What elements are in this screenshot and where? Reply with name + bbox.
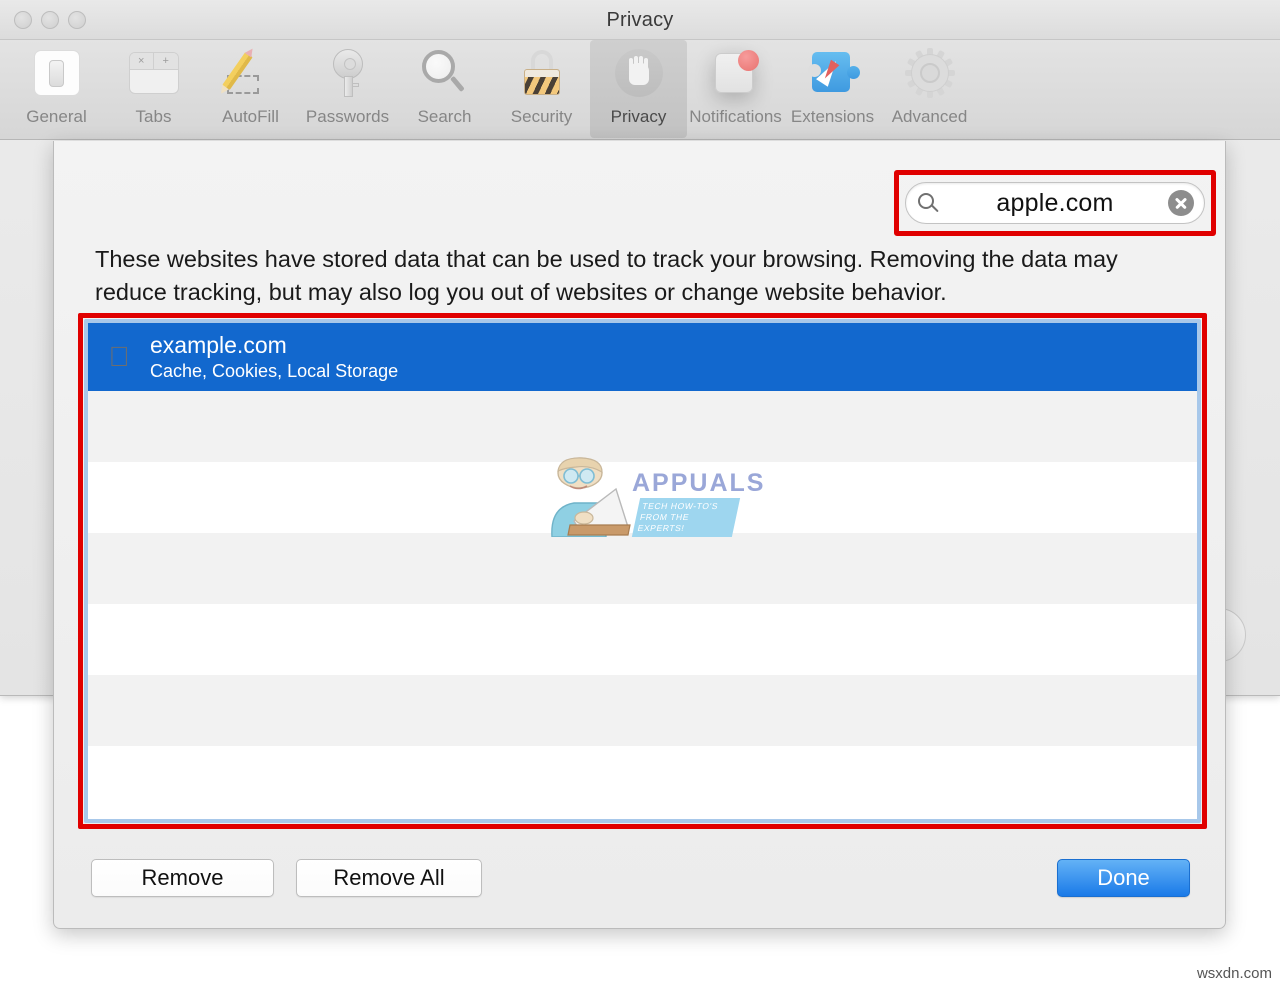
list-item-site: example.com (150, 331, 287, 358)
key-icon (320, 45, 376, 101)
notification-badge-icon (708, 45, 764, 101)
corner-watermark: wsxdn.com (1196, 965, 1272, 982)
toolbar-label-advanced: Advanced (891, 107, 968, 126)
toolbar-label-notifications: Notifications (689, 107, 782, 126)
table-row[interactable] (88, 675, 1197, 746)
tabs-icon-close-glyph: × (130, 53, 154, 69)
apple-logo-icon:  (88, 343, 150, 371)
table-row[interactable] (88, 462, 1197, 533)
table-row[interactable]:  example.com Cache, Cookies, Local Stor… (88, 323, 1197, 391)
apple-logo-glyph:  (109, 343, 130, 371)
preferences-toolbar[interactable]: General × + Tabs AutoFill Passwords Sear… (0, 40, 1280, 140)
toolbar-item-security[interactable]: Security (493, 40, 590, 138)
hand-icon (611, 45, 667, 101)
toolbar-label-search: Search (417, 107, 472, 126)
magnifier-icon (417, 45, 473, 101)
done-button[interactable]: Done (1057, 859, 1190, 897)
search-input-value[interactable]: apple.com (950, 189, 1168, 218)
remove-button[interactable]: Remove (91, 859, 274, 897)
search-input[interactable]: apple.com (905, 182, 1205, 224)
screenshot-canvas: Privacy General × + Tabs AutoFill Passwo… (0, 0, 1280, 988)
window-titlebar: Privacy (0, 0, 1280, 40)
toolbar-label-extensions: Extensions (790, 107, 875, 126)
list-item-details: Cache, Cookies, Local Storage (150, 360, 399, 381)
toolbar-label-autofill: AutoFill (222, 107, 279, 126)
table-row[interactable] (88, 746, 1197, 817)
table-row[interactable] (88, 533, 1197, 604)
general-switch-icon (29, 45, 85, 101)
toolbar-item-advanced[interactable]: Advanced (881, 40, 978, 138)
remove-all-button[interactable]: Remove All (296, 859, 482, 897)
toolbar-label-privacy: Privacy (610, 107, 667, 126)
tabs-icon-add-glyph: + (162, 55, 169, 67)
toolbar-item-passwords[interactable]: Passwords (299, 40, 396, 138)
padlock-icon (514, 45, 570, 101)
toolbar-item-autofill[interactable]: AutoFill (202, 40, 299, 138)
search-icon (906, 192, 950, 214)
toolbar-label-general: General (26, 107, 87, 126)
puzzle-compass-icon (805, 45, 861, 101)
toolbar-item-general[interactable]: General (8, 40, 105, 138)
toolbar-label-security: Security (510, 107, 573, 126)
autofill-pencil-icon (221, 45, 279, 101)
window-title: Privacy (606, 9, 674, 31)
toolbar-label-tabs: Tabs (135, 107, 172, 126)
toolbar-item-extensions[interactable]: Extensions (784, 40, 881, 138)
website-list[interactable]:  example.com Cache, Cookies, Local Stor… (88, 323, 1197, 819)
sheet-description: These websites have stored data that can… (95, 246, 1118, 305)
website-list-focus-ring:  example.com Cache, Cookies, Local Stor… (84, 319, 1201, 823)
toolbar-item-tabs[interactable]: × + Tabs (105, 40, 202, 138)
toolbar-item-privacy[interactable]: Privacy (590, 40, 687, 138)
clear-x-icon[interactable] (1168, 190, 1194, 216)
toolbar-item-search[interactable]: Search (396, 40, 493, 138)
tabs-icon: × + (126, 45, 182, 101)
toolbar-item-notifications[interactable]: Notifications (687, 40, 784, 138)
gear-icon (902, 45, 958, 101)
table-row[interactable] (88, 604, 1197, 675)
toolbar-label-passwords: Passwords (305, 107, 390, 126)
table-row[interactable] (88, 391, 1197, 462)
